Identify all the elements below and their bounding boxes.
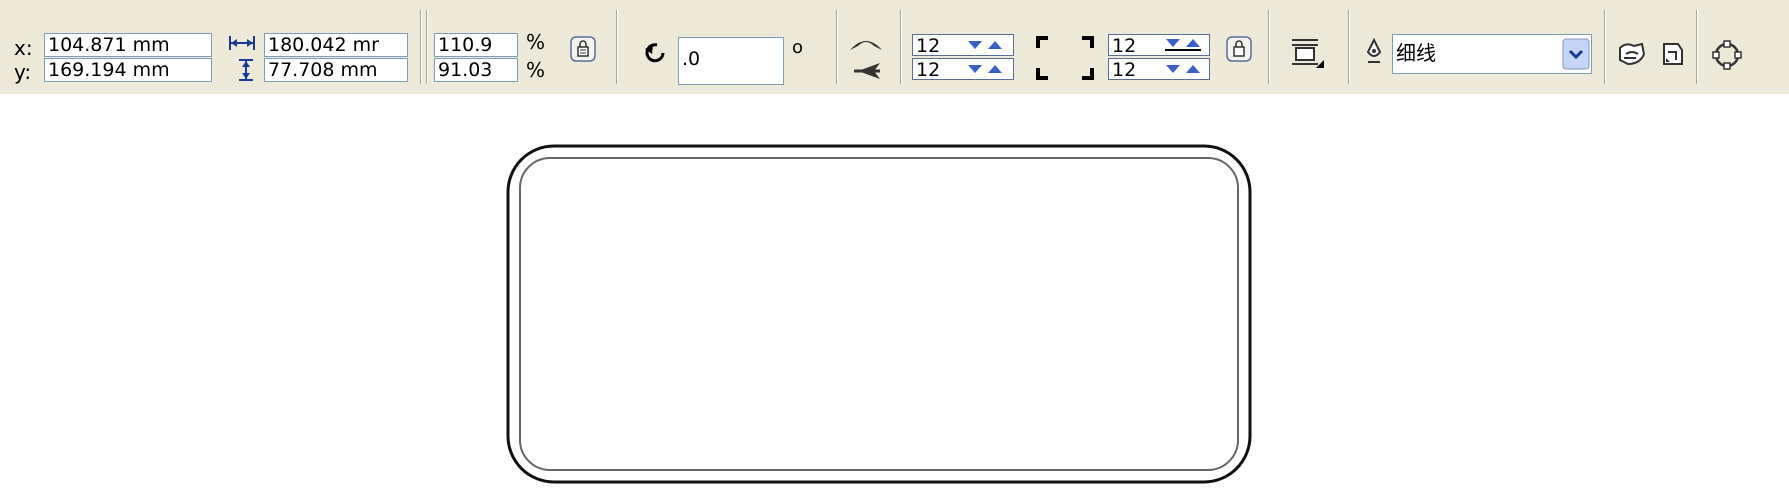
corner-lock-icon[interactable] bbox=[1226, 36, 1252, 62]
to-front-icon[interactable] bbox=[1616, 40, 1648, 70]
separator bbox=[1268, 10, 1270, 84]
spin-arrows-icon[interactable] bbox=[966, 62, 1010, 76]
x-position-field[interactable]: 104.871 mm bbox=[44, 33, 212, 57]
convert-to-curves-icon[interactable] bbox=[1712, 40, 1742, 70]
separator bbox=[900, 10, 902, 84]
corner-bottom-left-icon bbox=[1036, 66, 1050, 80]
separator bbox=[420, 10, 422, 84]
y-label: y: bbox=[14, 60, 32, 84]
property-bar: x: 104.871 mm y: 169.194 mm 180.042 mr 7… bbox=[0, 0, 1789, 94]
rotation-degree-unit: o bbox=[792, 37, 804, 58]
lock-ratio-icon[interactable] bbox=[570, 36, 596, 62]
rotate-icon bbox=[643, 40, 671, 66]
spin-arrows-icon[interactable] bbox=[1164, 36, 1208, 52]
x-label: x: bbox=[14, 36, 33, 60]
outline-pen-icon bbox=[1364, 38, 1384, 66]
corner-top-left-icon bbox=[1036, 36, 1050, 50]
separator bbox=[1348, 10, 1350, 84]
separator bbox=[1604, 10, 1606, 84]
scale-y-field[interactable]: 91.03 bbox=[434, 58, 518, 82]
rounded-rectangle-shape[interactable] bbox=[500, 140, 1260, 490]
width-field[interactable]: 180.042 mr bbox=[264, 33, 408, 57]
height-field[interactable]: 77.708 mm bbox=[264, 58, 408, 82]
separator bbox=[426, 10, 428, 84]
mirror-horizontal-icon[interactable] bbox=[848, 32, 884, 56]
spin-arrows-icon[interactable] bbox=[1164, 62, 1208, 76]
rotation-angle-field[interactable]: .0 bbox=[678, 37, 784, 85]
scale-x-field[interactable]: 110.9 bbox=[434, 33, 518, 57]
mirror-vertical-icon[interactable] bbox=[852, 60, 882, 82]
to-back-icon[interactable] bbox=[1656, 38, 1688, 70]
height-icon bbox=[236, 58, 256, 82]
separator bbox=[1696, 10, 1698, 84]
chevron-down-icon[interactable] bbox=[1562, 38, 1590, 70]
spin-arrows-icon[interactable] bbox=[966, 38, 1010, 52]
corner-bottom-right-icon bbox=[1080, 66, 1094, 80]
scale-y-unit: % bbox=[526, 58, 546, 82]
y-position-field[interactable]: 169.194 mm bbox=[44, 58, 212, 82]
separator bbox=[836, 10, 838, 84]
scale-x-unit: % bbox=[526, 30, 546, 54]
separator bbox=[616, 10, 618, 84]
corner-top-right-icon bbox=[1080, 36, 1094, 50]
width-icon bbox=[228, 34, 256, 52]
wrap-text-icon[interactable] bbox=[1290, 36, 1324, 70]
